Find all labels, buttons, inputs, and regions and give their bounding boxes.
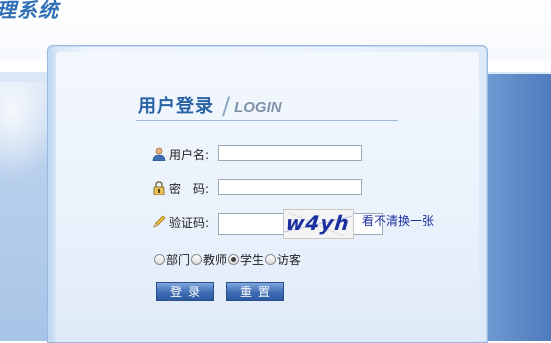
role-label-teacher: 教师 (203, 252, 228, 267)
captcha-label: 验证码: (169, 215, 210, 230)
role-radio-group: 部门 教师 学生 访客 (154, 250, 302, 268)
role-label-visitor: 访客 (277, 252, 302, 267)
user-icon (152, 147, 166, 162)
lock-icon (152, 181, 166, 196)
refresh-captcha-link[interactable]: 看不清换一张 (362, 212, 434, 229)
password-row: 密 码: (152, 178, 209, 198)
role-label-student: 学生 (240, 252, 265, 267)
username-row: 用户名: (152, 144, 209, 164)
role-radio-teacher[interactable] (191, 253, 203, 265)
password-input[interactable] (218, 179, 362, 195)
login-heading: 用户登录 / LOGIN (138, 88, 282, 118)
password-label: 密 码: (169, 181, 210, 196)
captcha-row: 验证码: (152, 212, 209, 232)
reset-button[interactable]: 重置 (226, 282, 284, 301)
pencil-icon (152, 215, 166, 229)
captcha-image-text: w4yh (284, 211, 351, 235)
role-radio-student[interactable] (228, 253, 240, 265)
role-radio-department[interactable] (154, 253, 165, 265)
role-label-department: 部门 (166, 252, 191, 267)
right-decoration (486, 74, 551, 341)
login-title-cn: 用户登录 (138, 96, 214, 117)
login-button[interactable]: 登录 (156, 282, 214, 301)
login-title-en: LOGIN (234, 99, 282, 116)
system-title: 理系统 (0, 0, 59, 22)
role-radio-visitor[interactable] (265, 253, 277, 265)
captcha-image[interactable]: w4yh (283, 209, 354, 239)
title-divider: / (222, 92, 231, 120)
heading-rule (136, 120, 398, 121)
username-input[interactable] (218, 145, 362, 161)
username-label: 用户名: (169, 147, 210, 162)
